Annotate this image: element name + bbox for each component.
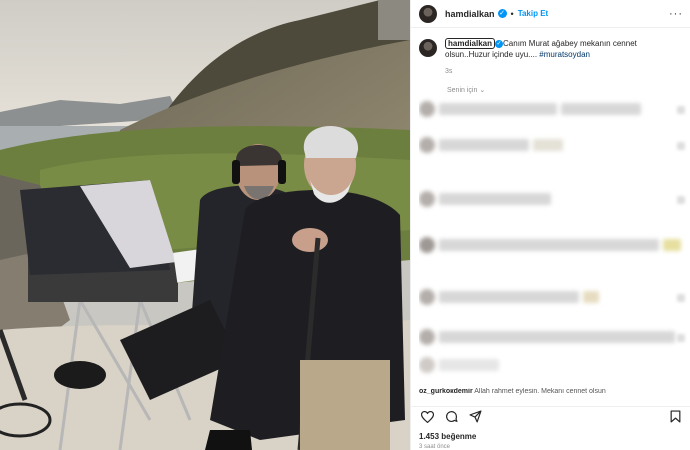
caption-verified-badge-icon: ✓	[495, 39, 504, 48]
send-icon[interactable]	[467, 409, 483, 425]
partial-comment-text: Allah rahmet eylesin. Mekanı cennet olsu…	[474, 388, 606, 395]
list-item	[419, 236, 681, 254]
list-item	[419, 190, 551, 208]
list-item	[419, 136, 563, 154]
list-item	[419, 100, 641, 118]
action-bar	[411, 406, 690, 426]
caption-body: hamdialkan ✓Canım Murat ağabey mekanın ce…	[445, 38, 683, 77]
partial-comment: oz_gurkoкdemir Allah rahmet eylesin. Mek…	[419, 388, 683, 395]
comments-filter-label: Senin için	[447, 87, 478, 94]
comments-filter[interactable]: Senin için ⌄	[447, 86, 485, 94]
more-icon[interactable]: ···	[669, 8, 683, 20]
chevron-down-icon: ⌄	[479, 87, 486, 94]
caption-hashtag[interactable]: #muratsoydan	[539, 50, 590, 59]
post-photo[interactable]	[0, 0, 410, 450]
bookmark-icon[interactable]	[667, 409, 683, 425]
partial-comment-user[interactable]: oz_gurkoкdemir	[419, 388, 473, 395]
post-username[interactable]: hamdialkan	[445, 9, 495, 19]
list-item	[419, 328, 675, 346]
verified-badge-icon: ✓	[497, 9, 507, 18]
caption: hamdialkan ✓Canım Murat ağabey mekanın ce…	[419, 38, 683, 77]
avatar[interactable]	[419, 4, 437, 23]
caption-username[interactable]: hamdialkan	[445, 38, 496, 49]
likes-count[interactable]: 1.453 beğenme	[419, 432, 476, 441]
list-item	[419, 288, 599, 306]
caption-avatar[interactable]	[419, 39, 437, 57]
post-header: hamdialkan ✓ • Takip Et ···	[411, 0, 690, 28]
heart-icon[interactable]	[419, 409, 435, 425]
follow-button[interactable]: Takip Et	[518, 9, 549, 18]
posted-ago: 3 saat önce	[419, 444, 451, 450]
comment-icon[interactable]	[443, 409, 459, 425]
separator-dot: •	[510, 8, 514, 19]
post-panel: hamdialkan ✓ • Takip Et ··· hamdialkan ✓C…	[410, 0, 690, 450]
blurred-comments	[419, 96, 689, 384]
list-item	[419, 356, 499, 374]
photo-scene	[0, 0, 410, 450]
caption-time: 3s	[445, 68, 453, 75]
